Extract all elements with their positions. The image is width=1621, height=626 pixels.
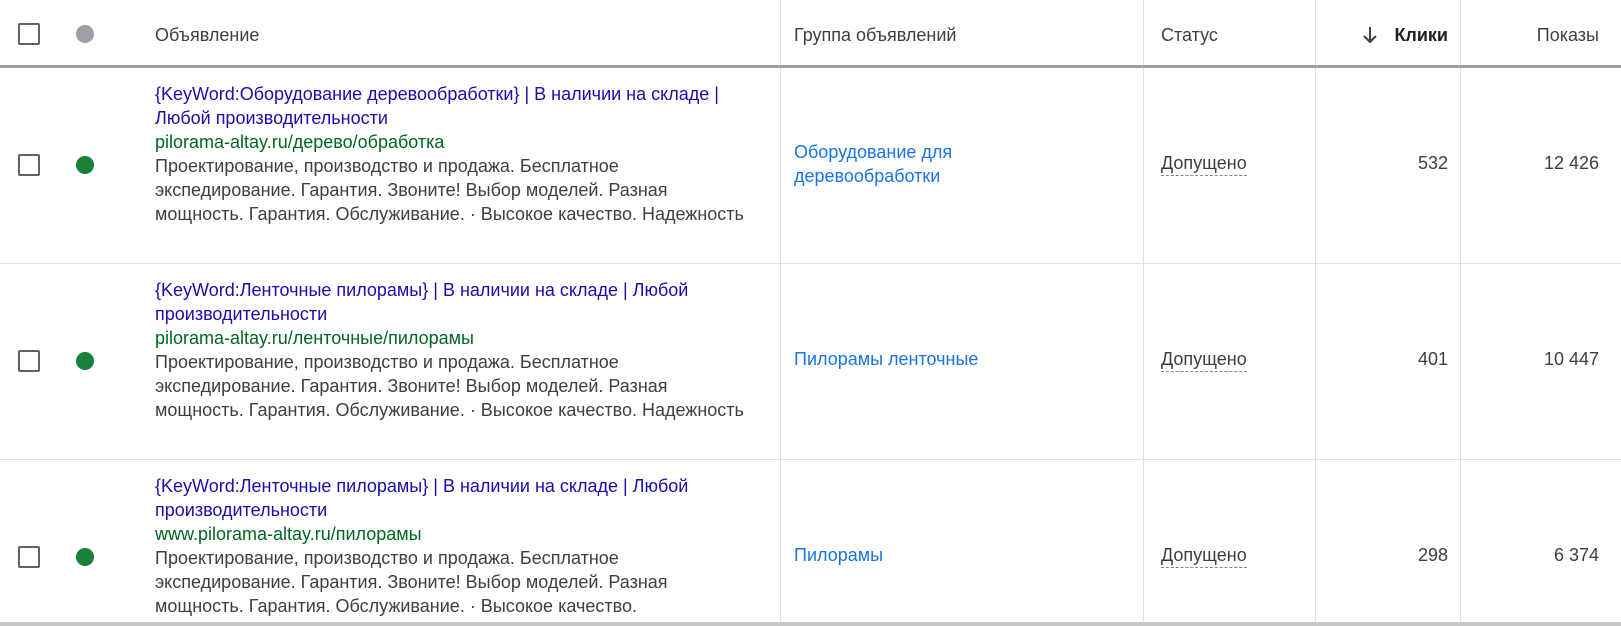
- ad-description: Проектирование, производство и продажа. …: [155, 156, 744, 224]
- header-clicks[interactable]: Клики: [1394, 24, 1448, 46]
- arrow-down-icon[interactable]: [1360, 25, 1380, 45]
- status-text[interactable]: Допущено: [1161, 543, 1247, 568]
- ad-preview: {KeyWord:Оборудование деревообработки} |…: [155, 82, 745, 226]
- ad-headline[interactable]: {KeyWord:Ленточные пилорамы} | В наличии…: [155, 474, 745, 522]
- row-checkbox[interactable]: [18, 154, 40, 176]
- ad-url: pilorama-altay.ru/дерево/обработка: [155, 132, 445, 152]
- impressions-value: 6 374: [1553, 545, 1599, 565]
- ad-headline[interactable]: {KeyWord:Оборудование деревообработки} |…: [155, 82, 745, 130]
- ad-description: Проектирование, производство и продажа. …: [155, 548, 668, 616]
- impressions-value: 12 426: [1543, 153, 1599, 173]
- table-bottom-border: [0, 622, 1621, 626]
- ads-table: Объявление Группа объявлений Статус Клик…: [0, 0, 1621, 626]
- ad-url: www.pilorama-altay.ru/пилорамы: [155, 524, 422, 544]
- ad-preview: {KeyWord:Ленточные пилорамы} | В наличии…: [155, 278, 745, 422]
- ad-headline[interactable]: {KeyWord:Ленточные пилорамы} | В наличии…: [155, 278, 745, 326]
- table-row: {KeyWord:Ленточные пилорамы} | В наличии…: [0, 264, 1621, 460]
- ad-group-link[interactable]: Пилорамы ленточные: [794, 347, 1094, 371]
- ad-group-link[interactable]: Оборудование для деревообработки: [794, 140, 1094, 188]
- status-text[interactable]: Допущено: [1161, 347, 1247, 372]
- status-dot-icon: [76, 25, 94, 43]
- ad-description: Проектирование, производство и продажа. …: [155, 352, 744, 420]
- status-dot-icon: [76, 352, 94, 370]
- table-row: {KeyWord:Оборудование деревообработки} |…: [0, 68, 1621, 264]
- ad-preview: {KeyWord:Ленточные пилорамы} | В наличии…: [155, 474, 745, 618]
- status-dot-icon: [76, 156, 94, 174]
- header-ad-group[interactable]: Группа объявлений: [794, 24, 956, 46]
- clicks-value: 532: [1417, 153, 1448, 173]
- table-header: Объявление Группа объявлений Статус Клик…: [0, 0, 1621, 68]
- header-impressions[interactable]: Показы: [1537, 24, 1599, 46]
- clicks-value: 298: [1417, 545, 1448, 565]
- select-all-checkbox[interactable]: [18, 23, 40, 45]
- table-row: {KeyWord:Ленточные пилорамы} | В наличии…: [0, 460, 1621, 626]
- status-text[interactable]: Допущено: [1161, 151, 1247, 176]
- ad-group-link[interactable]: Пилорамы: [794, 543, 1094, 567]
- header-status[interactable]: Статус: [1161, 24, 1218, 46]
- status-dot-icon: [76, 548, 94, 566]
- row-checkbox[interactable]: [18, 350, 40, 372]
- ad-url: pilorama-altay.ru/ленточные/пилорамы: [155, 328, 474, 348]
- clicks-value: 401: [1417, 349, 1448, 369]
- header-ad[interactable]: Объявление: [155, 24, 259, 46]
- row-checkbox[interactable]: [18, 546, 40, 568]
- impressions-value: 10 447: [1543, 349, 1599, 369]
